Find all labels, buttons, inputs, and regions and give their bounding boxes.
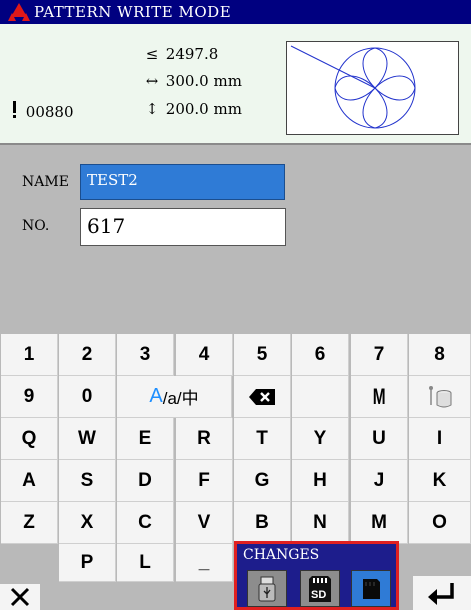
stitch-count: ≤ 2497.8 — [143, 45, 219, 63]
enter-icon — [428, 583, 454, 605]
key-x[interactable]: X — [59, 502, 116, 544]
key-blank[interactable] — [292, 376, 349, 418]
sd-card-button[interactable]: SD — [300, 570, 340, 607]
pattern-preview-drawing — [290, 45, 416, 129]
key-b[interactable]: B — [234, 502, 291, 544]
key-m-special[interactable]: M — [351, 376, 408, 418]
key-k[interactable]: K — [409, 460, 471, 502]
backspace-button[interactable] — [234, 376, 291, 418]
key-l[interactable]: L — [117, 544, 174, 582]
delete-all-button[interactable] — [409, 376, 471, 418]
title-bar: PATTERN WRITE MODE — [0, 0, 471, 24]
usb-storage-button[interactable] — [247, 570, 287, 607]
key-4[interactable]: 4 — [176, 334, 233, 376]
key-a[interactable]: A — [1, 460, 58, 502]
changes-panel: CHANGES SD — [234, 541, 399, 610]
page-title: PATTERN WRITE MODE — [34, 3, 232, 21]
enter-button[interactable] — [413, 576, 471, 610]
key-2[interactable]: 2 — [59, 334, 116, 376]
name-input[interactable]: TEST2 — [80, 164, 285, 200]
key-u[interactable]: U — [351, 418, 408, 460]
key-0[interactable]: 0 — [59, 376, 116, 418]
key-z[interactable]: Z — [1, 502, 58, 544]
keyboard-row-1: 1 2 3 4 5 6 7 8 — [0, 334, 471, 377]
cancel-button[interactable] — [0, 584, 40, 610]
key-h[interactable]: H — [292, 460, 349, 502]
keyboard-row-2: 9 0 A/a/中 M — [0, 376, 471, 419]
key-r[interactable]: R — [176, 418, 233, 460]
key-t[interactable]: T — [234, 418, 291, 460]
key-underscore[interactable]: _ — [176, 544, 233, 582]
pattern-width: ↔ 300.0 mm — [143, 72, 242, 90]
internal-memory-button[interactable] — [351, 570, 391, 607]
key-y[interactable]: Y — [292, 418, 349, 460]
key-c[interactable]: C — [117, 502, 174, 544]
svg-text:SD: SD — [311, 589, 326, 601]
key-v[interactable]: V — [176, 502, 233, 544]
needle-icon — [13, 101, 16, 118]
key-d[interactable]: D — [117, 460, 174, 502]
pattern-height: ↕ 200.0 mm — [143, 100, 242, 118]
horizontal-arrow-icon: ↔ — [145, 72, 159, 90]
key-o[interactable]: O — [409, 502, 471, 544]
keyboard-row-5: Z X C V B N M O — [0, 502, 471, 545]
key-n[interactable]: N — [292, 502, 349, 544]
key-6[interactable]: 6 — [292, 334, 349, 376]
key-8[interactable]: 8 — [409, 334, 471, 376]
key-s[interactable]: S — [59, 460, 116, 502]
vertical-arrow-icon: ↕ — [145, 100, 159, 118]
close-icon — [10, 587, 30, 607]
number-label: NO. — [22, 218, 50, 234]
key-j[interactable]: J — [351, 460, 408, 502]
key-7[interactable]: 7 — [351, 334, 408, 376]
keyboard-row-4: A S D F G H J K — [0, 460, 471, 503]
usb-icon — [258, 576, 276, 601]
logo-icon — [8, 3, 30, 21]
key-q[interactable]: Q — [1, 418, 58, 460]
key-w[interactable]: W — [59, 418, 116, 460]
key-9[interactable]: 9 — [1, 376, 58, 418]
changes-label: CHANGES — [243, 547, 320, 563]
key-3[interactable]: 3 — [117, 334, 174, 376]
input-mode-button[interactable]: A/a/中 — [117, 376, 232, 418]
pattern-number: 00880 — [9, 100, 74, 121]
key-f[interactable]: F — [176, 460, 233, 502]
memory-chip-icon — [363, 578, 380, 599]
key-1[interactable]: 1 — [1, 334, 58, 376]
divider — [0, 143, 471, 145]
input-mode-active: A — [149, 385, 163, 407]
number-input[interactable]: 617 — [80, 208, 286, 246]
keyboard-row-3: Q W E R T Y U I — [0, 418, 471, 461]
pattern-preview[interactable] — [286, 41, 459, 135]
key-g[interactable]: G — [234, 460, 291, 502]
trash-icon — [428, 385, 451, 407]
key-e[interactable]: E — [117, 418, 174, 460]
sd-card-icon: SD — [309, 575, 331, 602]
key-5[interactable]: 5 — [234, 334, 291, 376]
key-p[interactable]: P — [59, 544, 116, 582]
input-mode-options: /a/中 — [162, 389, 199, 408]
backspace-icon — [249, 388, 275, 405]
key-i[interactable]: I — [409, 418, 471, 460]
name-label: NAME — [22, 174, 69, 190]
key-m[interactable]: M — [351, 502, 408, 544]
less-equal-icon: ≤ — [145, 45, 159, 63]
